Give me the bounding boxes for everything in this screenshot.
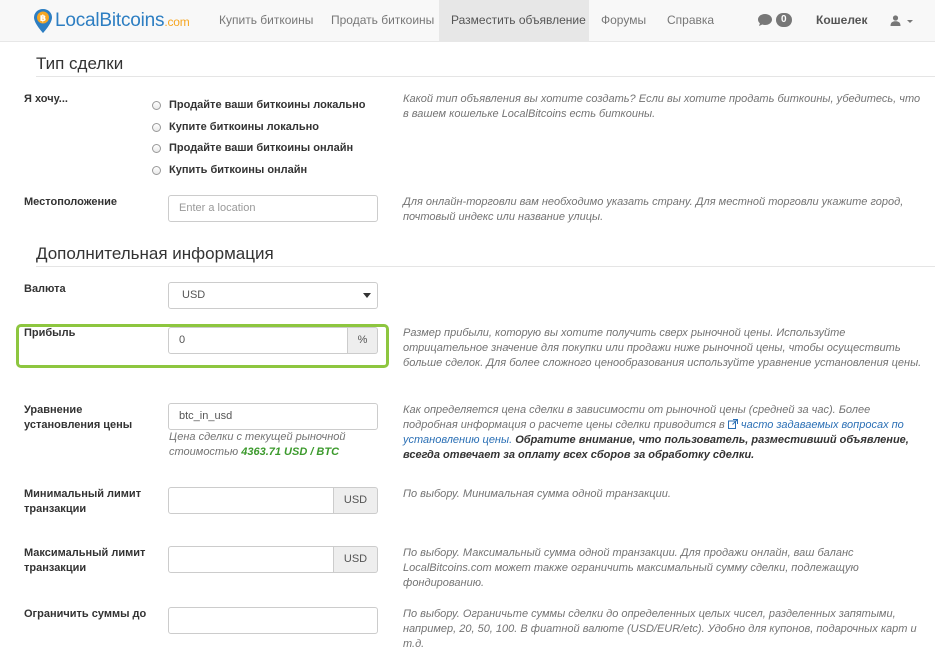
radio-label: Продайте ваши биткоины онлайн [169,142,354,154]
restrict-amounts-help: По выбору. Ограничьте суммы сделки до оп… [403,608,917,650]
section-title-more-info: Дополнительная информация [36,244,274,263]
location-label: Местоположение [24,196,118,208]
svg-text:฿: ฿ [40,14,46,24]
restrict-amounts-label: Ограничить суммы до [24,608,147,620]
radio-label: Купите биткоины локально [169,121,319,133]
select-caret-icon [363,293,371,298]
restrict-amounts-input[interactable] [168,607,378,634]
profit-input[interactable]: 0 [168,327,348,354]
max-limit-label: Максимальный лимит транзакции [24,547,146,574]
radio-label: Купить биткоины онлайн [169,164,308,176]
radio-sell-local[interactable]: Продайте ваши биткоины локально [152,99,366,111]
chat-button[interactable]: 0 [757,13,792,27]
equation-label: Уравнение установления цены [24,404,133,431]
market-price: 4363.71 USD / BTC [241,446,340,458]
location-help: Для онлайн-торговли вам необходимо указа… [403,196,904,223]
radio-buy-online[interactable]: Купить биткоины онлайн [152,164,307,176]
trade-type-label: Я хочу... [24,93,68,105]
navbar: ฿ LocalBitcoins.com Купить биткоины Прод… [0,0,935,42]
min-limit-currency-addon: USD [334,487,378,514]
min-limit-label: Минимальный лимит транзакции [24,488,142,515]
radio-circle-icon[interactable] [152,100,161,110]
min-limit-input[interactable] [168,487,334,514]
nav-buy-bitcoins[interactable]: Купить биткоины [219,0,313,41]
min-limit-help: По выбору. Минимальная сумма одной транз… [403,488,671,500]
equation-input[interactable]: btc_in_usd [168,403,378,430]
caret-down-icon [907,19,913,23]
radio-label: Продайте ваши биткоины локально [169,99,366,111]
location-input[interactable]: Enter a location [168,195,378,222]
currency-select[interactable]: USD [168,282,378,309]
nav-forums[interactable]: Форумы [601,0,646,41]
profit-label: Прибыль [24,327,76,339]
max-limit-currency-addon: USD [334,546,378,573]
radio-circle-icon[interactable] [152,165,161,175]
nav-help[interactable]: Справка [667,0,714,41]
equation-help: Как определяется цена сделки в зависимос… [403,404,909,461]
equation-sub-help: Цена сделки с текущей рыночной стоимость… [169,431,346,458]
nav-wallet[interactable]: Кошелек [816,0,867,41]
max-limit-help: По выбору. Максимальный сумма одной тран… [403,547,859,589]
radio-circle-icon[interactable] [152,122,161,132]
chat-count-badge: 0 [776,13,792,27]
max-limit-input[interactable] [168,546,334,573]
profit-help: Размер прибыли, которую вы хотите получи… [403,327,922,369]
percent-addon: % [348,327,378,354]
currency-label: Валюта [24,283,66,295]
trade-type-help: Какой тип объявления вы хотите создать? … [403,93,921,120]
section-title-trade-type: Тип сделки [36,54,124,73]
user-menu[interactable] [890,15,915,26]
user-icon [890,15,901,26]
external-link-icon [727,419,738,429]
radio-circle-icon[interactable] [152,143,161,153]
radio-sell-online[interactable]: Продайте ваши биткоины онлайн [152,142,353,154]
divider [36,76,935,77]
nav-sell-bitcoins[interactable]: Продать биткоины [331,0,434,41]
location-pin-icon: ฿ [34,9,52,33]
chat-bubble-icon [758,14,772,26]
logo[interactable]: ฿ LocalBitcoins.com [33,8,190,34]
currency-value: USD [182,289,206,301]
radio-buy-local[interactable]: Купите биткоины локально [152,121,319,133]
nav-post-ad[interactable]: Разместить объявление [439,0,589,41]
logo-text: LocalBitcoins.com [55,10,190,31]
divider [36,266,935,267]
